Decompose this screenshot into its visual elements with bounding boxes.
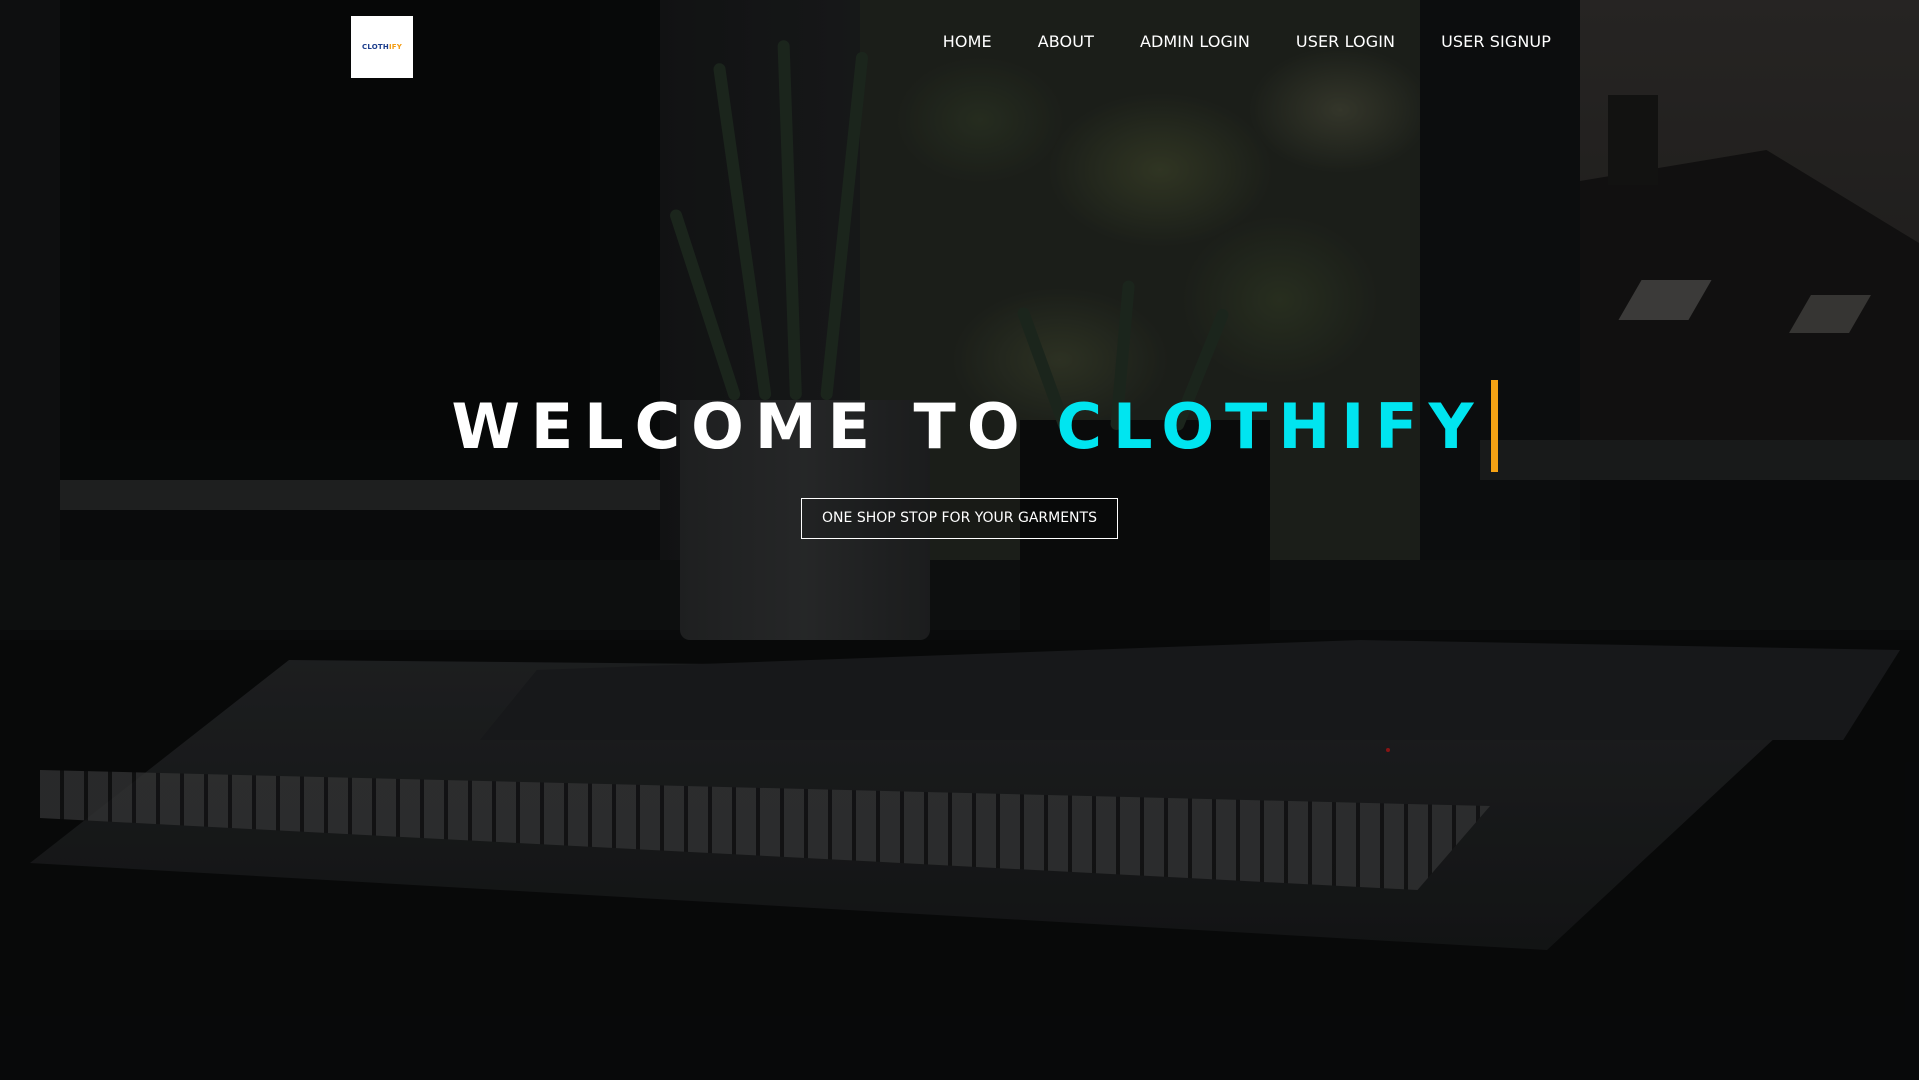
typing-cursor	[1490, 380, 1498, 472]
hero-title-brand: CLOTHIFY	[1056, 389, 1485, 463]
nav-user-signup[interactable]: USER SIGNUP	[1441, 32, 1551, 51]
main-nav: HOME ABOUT ADMIN LOGIN USER LOGIN USER S…	[897, 32, 1551, 51]
cta-container: ONE SHOP STOP FOR YOUR GARMENTS	[0, 498, 1919, 539]
tagline-button[interactable]: ONE SHOP STOP FOR YOUR GARMENTS	[801, 498, 1118, 539]
nav-user-login[interactable]: USER LOGIN	[1296, 32, 1395, 51]
nav-about[interactable]: ABOUT	[1038, 32, 1094, 51]
hero-section: WELCOME TO CLOTHIFY	[0, 380, 1919, 472]
background-photo	[0, 0, 1919, 1080]
landing-page: CLOTHIFY HOME ABOUT ADMIN LOGIN USER LOG…	[0, 0, 1919, 1080]
nav-admin-login[interactable]: ADMIN LOGIN	[1140, 32, 1250, 51]
site-header: CLOTHIFY HOME ABOUT ADMIN LOGIN USER LOG…	[0, 0, 1919, 90]
cart-logo-icon: CLOTHIFY	[362, 43, 402, 51]
site-logo[interactable]: CLOTHIFY	[351, 16, 413, 78]
hero-title-prefix: WELCOME TO	[451, 389, 1031, 463]
hero-title: WELCOME TO CLOTHIFY	[451, 380, 1498, 472]
nav-home[interactable]: HOME	[943, 32, 992, 51]
